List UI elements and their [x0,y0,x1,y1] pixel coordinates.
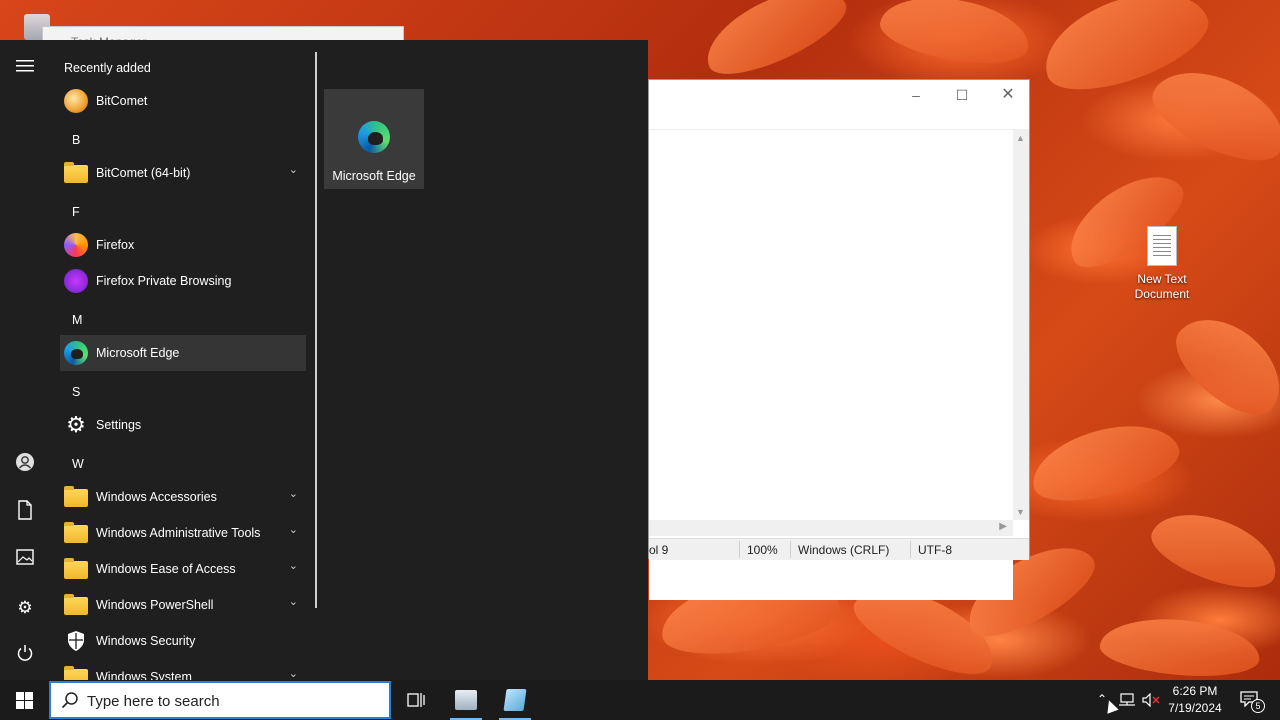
start-menu: ⚙ Recently added BitComet B BitComet (64… [0,40,648,680]
pictures-icon[interactable] [13,548,37,572]
status-zoom: 100% [747,543,778,557]
clock-date: 7/19/2024 [1168,701,1222,715]
app-bitcomet-64[interactable]: BitComet (64-bit) ⌄ [60,155,306,191]
taskbar-app-task-manager[interactable] [442,680,490,720]
folder-icon [64,558,88,579]
app-windows-powershell[interactable]: Windows PowerShell ⌄ [60,587,306,623]
chevron-down-icon[interactable]: ⌄ [289,595,298,608]
folder-icon [64,594,88,615]
section-recently-added: Recently added [64,61,151,75]
app-firefox-private[interactable]: Firefox Private Browsing [60,263,306,299]
desktop-icon-new-text-document[interactable]: New Text Document [1122,222,1202,302]
start-button[interactable] [0,680,48,720]
task-view-icon [407,693,425,707]
edge-icon [358,121,390,153]
clock[interactable]: 6:26 PM 7/19/2024 [1160,683,1230,717]
folder-icon [64,522,88,543]
folder-icon [64,666,88,680]
notepad-titlebar[interactable]: – ☐ ✕ [649,80,1029,110]
chevron-down-icon[interactable]: ⌄ [289,487,298,500]
app-firefox[interactable]: Firefox [60,227,306,263]
shield-icon [64,629,88,653]
app-windows-system[interactable]: Windows System ⌄ [60,659,306,680]
search-box[interactable] [49,681,391,719]
text-document-icon [1147,226,1177,266]
scroll-down-icon[interactable]: ▼ [1016,507,1025,517]
menu-icon[interactable] [13,56,37,80]
status-position: ol 9 [649,543,669,557]
firefox-icon [64,233,88,257]
app-settings[interactable]: ⚙ Settings [60,407,306,443]
bitcomet-icon [64,89,88,113]
folder-icon [64,162,88,183]
minimize-button[interactable]: – [893,84,939,106]
app-windows-admin-tools[interactable]: Windows Administrative Tools ⌄ [60,515,306,551]
chevron-down-icon[interactable]: ⌄ [289,559,298,572]
status-encoding: UTF-8 [918,543,952,557]
scroll-right-icon[interactable]: ▶ [999,521,1007,532]
app-list-scrollbar[interactable] [315,52,317,608]
section-b: B [72,133,81,147]
volume-muted-icon[interactable] [1140,680,1162,720]
taskbar-app-notepad[interactable] [491,680,539,720]
notepad-window[interactable]: – ☐ ✕ ▲ ▼ ▶ ol 9 100% Windows (CRLF) UTF… [648,79,1030,600]
vertical-scrollbar[interactable]: ▲ ▼ [1013,130,1029,520]
network-icon[interactable] [1116,680,1138,720]
maximize-button[interactable]: ☐ [939,84,985,106]
notepad-icon [503,689,527,711]
section-w: W [72,457,84,471]
chevron-down-icon[interactable]: ⌄ [289,667,298,680]
clock-time: 6:26 PM [1172,684,1218,698]
search-icon [61,691,79,709]
app-bitcomet[interactable]: BitComet [60,83,306,119]
search-input[interactable] [87,689,377,713]
app-microsoft-edge[interactable]: Microsoft Edge [60,335,306,371]
app-list[interactable]: Recently added BitComet B BitComet (64-b… [58,40,308,680]
scroll-up-icon[interactable]: ▲ [1016,133,1025,143]
app-windows-security[interactable]: Windows Security [60,623,306,659]
action-center-button[interactable]: 5 [1234,680,1270,720]
chevron-down-icon[interactable]: ⌄ [289,523,298,536]
horizontal-scrollbar[interactable]: ▶ [649,520,1013,536]
section-s: S [72,385,81,399]
user-icon[interactable] [13,452,37,476]
settings-icon[interactable]: ⚙ [13,596,37,620]
task-view-button[interactable] [392,680,440,720]
power-icon[interactable] [13,644,37,668]
close-button[interactable]: ✕ [985,84,1031,106]
app-windows-ease-of-access[interactable]: Windows Ease of Access ⌄ [60,551,306,587]
section-m: M [72,313,83,327]
settings-gear-icon: ⚙ [66,412,86,437]
windows-logo-icon [16,692,33,709]
desktop-icon-label: New Text Document [1134,272,1190,301]
taskbar: ⌃ 6:26 PM 7/19/2024 5 [0,680,1280,720]
task-manager-icon [455,690,477,710]
notepad-menubar [649,110,1029,130]
notification-count-badge: 5 [1251,699,1265,713]
status-line-ending: Windows (CRLF) [798,543,890,557]
app-windows-accessories[interactable]: Windows Accessories ⌄ [60,479,306,515]
start-rail: ⚙ [0,40,50,680]
firefox-private-icon [64,269,88,293]
tile-microsoft-edge[interactable]: Microsoft Edge [324,89,424,189]
document-icon[interactable] [13,500,37,524]
status-bar: ol 9 100% Windows (CRLF) UTF-8 [649,538,1029,560]
section-f: F [72,205,80,219]
edge-icon [64,341,88,365]
chevron-down-icon[interactable]: ⌄ [289,163,298,176]
folder-icon [64,486,88,507]
